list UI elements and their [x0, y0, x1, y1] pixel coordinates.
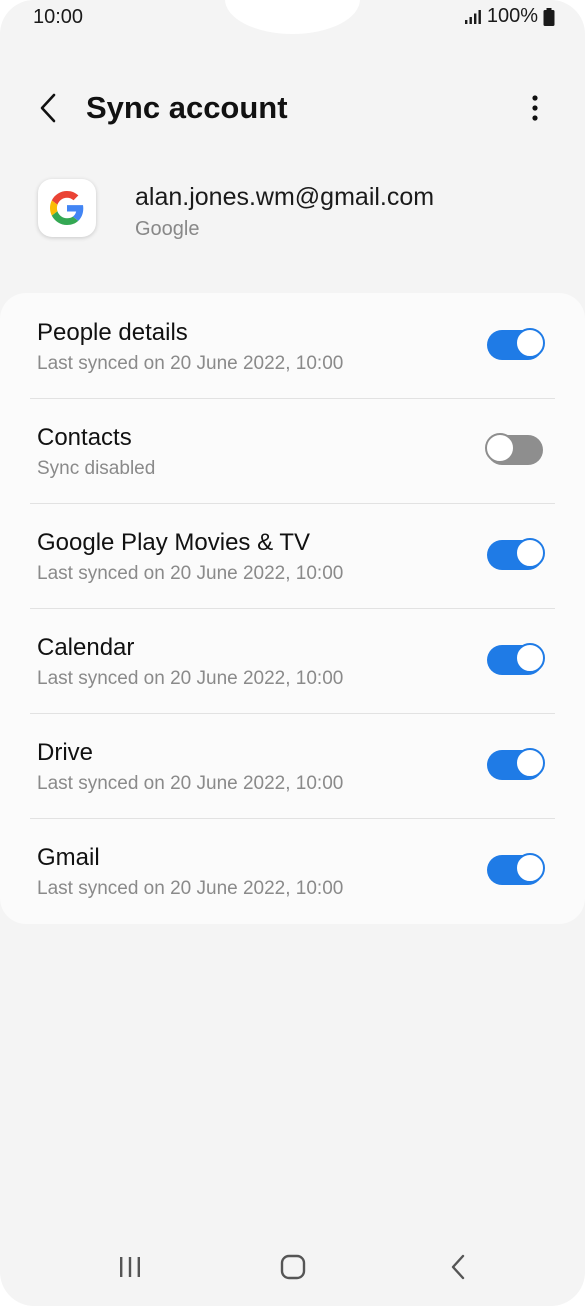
sync-item-status: Sync disabled [37, 458, 156, 479]
recents-button[interactable] [110, 1250, 150, 1284]
more-options-button[interactable] [515, 88, 555, 128]
sync-item-title: Gmail [37, 844, 100, 871]
toggle-knob [515, 748, 545, 778]
status-time: 10:00 [33, 6, 84, 28]
battery-percent: 100% [486, 5, 538, 27]
app-header: Sync account [0, 80, 585, 140]
home-button[interactable] [273, 1250, 313, 1284]
sync-item-title: Contacts [37, 424, 132, 451]
sync-item-drive[interactable]: Drive Last synced on 20 June 2022, 10:00 [0, 713, 585, 818]
sync-item-calendar[interactable]: Calendar Last synced on 20 June 2022, 10… [0, 608, 585, 713]
account-type: Google [135, 218, 200, 240]
signal-icon [464, 9, 481, 24]
sync-item-people-details[interactable]: People details Last synced on 20 June 20… [0, 293, 585, 398]
status-indicators: 100% [464, 5, 555, 28]
status-bar: 10:00 100% [0, 0, 585, 34]
navigation-bar [0, 1236, 585, 1306]
google-play-movies-toggle[interactable] [487, 538, 545, 570]
sync-item-title: Drive [37, 739, 94, 766]
back-arrow-icon [40, 93, 56, 123]
calendar-toggle[interactable] [487, 643, 545, 675]
sync-item-title: Calendar [37, 634, 135, 661]
toggle-knob [515, 328, 545, 358]
nav-back-icon [451, 1254, 465, 1280]
google-logo-icon [38, 179, 96, 237]
contacts-toggle[interactable] [485, 433, 543, 465]
drive-toggle[interactable] [487, 748, 545, 780]
sync-item-contacts[interactable]: Contacts Sync disabled [0, 398, 585, 503]
google-g-icon [50, 191, 84, 225]
sync-item-status: Last synced on 20 June 2022, 10:00 [37, 668, 344, 689]
phone-screen: 10:00 100% Sync account alan.jones.wm@gm… [0, 0, 585, 1306]
toggle-knob [515, 643, 545, 673]
toggle-knob [485, 433, 515, 463]
people-details-toggle[interactable] [487, 328, 545, 360]
gmail-toggle[interactable] [487, 853, 545, 885]
more-vertical-icon [532, 95, 538, 121]
sync-item-status: Last synced on 20 June 2022, 10:00 [37, 353, 344, 374]
page-title: Sync account [86, 90, 288, 125]
home-icon [280, 1254, 306, 1280]
toggle-knob [515, 853, 545, 883]
battery-icon [543, 7, 555, 26]
sync-item-status: Last synced on 20 June 2022, 10:00 [37, 773, 344, 794]
sync-item-title: Google Play Movies & TV [37, 529, 311, 556]
sync-item-title: People details [37, 319, 188, 346]
recents-icon [120, 1257, 140, 1277]
sync-item-status: Last synced on 20 June 2022, 10:00 [37, 563, 344, 584]
nav-back-button[interactable] [438, 1250, 478, 1284]
back-button[interactable] [28, 88, 68, 128]
account-info: alan.jones.wm@gmail.com Google [0, 176, 585, 256]
toggle-knob [515, 538, 545, 568]
sync-item-gmail[interactable]: Gmail Last synced on 20 June 2022, 10:00 [0, 818, 585, 923]
account-email: alan.jones.wm@gmail.com [135, 183, 435, 211]
sync-item-status: Last synced on 20 June 2022, 10:00 [37, 878, 344, 899]
sync-items-card: People details Last synced on 20 June 20… [0, 293, 585, 924]
sync-item-google-play-movies[interactable]: Google Play Movies & TV Last synced on 2… [0, 503, 585, 608]
